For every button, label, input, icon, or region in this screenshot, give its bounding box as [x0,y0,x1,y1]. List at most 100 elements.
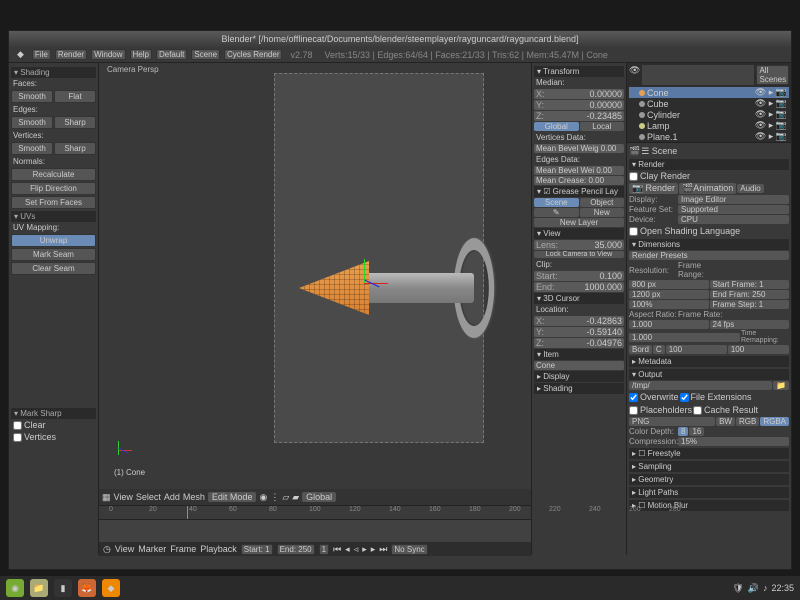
old-field[interactable]: 100 [666,345,727,354]
item-name-field[interactable]: Cone [534,361,624,370]
median-y-field[interactable]: Y:0.00000 [534,100,624,110]
menu-select[interactable]: Select [136,492,161,502]
outliner-view-icon[interactable]: 👁 [629,65,640,85]
outliner-filter[interactable]: All Scenes [756,65,789,85]
render-button[interactable]: 📷 Render [629,183,678,194]
gp-scene[interactable]: Scene [534,198,579,207]
edge-select-icon[interactable]: ▱ [282,492,289,503]
faces-flat[interactable]: Flat [54,90,96,103]
sampling-panel-header[interactable]: ▸ Sampling [629,461,789,472]
markseam-button[interactable]: Mark Seam [11,248,96,261]
resy-field[interactable]: 1200 px [629,290,709,299]
menu-render[interactable]: Render [55,49,87,60]
editor-type-icon[interactable]: ▦ [102,492,111,503]
framestep-field[interactable]: Frame Step: 1 [710,300,790,309]
endframe-field[interactable]: End Fram: 250 [710,290,790,299]
folder-icon[interactable]: 📁 [773,381,789,390]
clearseam-button[interactable]: Clear Seam [11,262,96,275]
marksharp-header[interactable]: ▾ Mark Sharp [11,408,96,419]
startframe-field[interactable]: Start Frame: 1 [710,280,790,289]
tl-editor-icon[interactable]: ◷ [103,544,111,555]
cursor-z-field[interactable]: Z:-0.04976 [534,338,624,348]
tl-menu-view[interactable]: View [115,544,134,554]
verts-smooth[interactable]: Smooth [11,142,53,155]
scene-icon[interactable]: 🎬 [629,146,640,157]
layout-select[interactable]: Default [156,49,187,60]
geometry-panel-header[interactable]: ▸ Geometry [629,474,789,485]
shading-header[interactable]: ▾ Shading [11,67,96,78]
timeline-cursor[interactable] [187,506,188,519]
tl-menu-marker[interactable]: Marker [138,544,166,554]
blender-task-icon[interactable]: ◆ [102,579,120,597]
rgb-button[interactable]: RGB [736,417,759,426]
files-icon[interactable]: 📁 [30,579,48,597]
gp-panel-header[interactable]: ▾ ☑ Grease Pencil Lay [534,186,624,197]
menu-mesh[interactable]: Mesh [183,492,205,502]
vert-select-icon[interactable]: ⋮ [270,492,279,503]
lens-field[interactable]: Lens:35.000 [534,240,624,250]
audio-button[interactable]: Audio [737,184,763,193]
outliner-item[interactable]: Cube👁 ▸ 📷 [629,98,789,109]
menu-help[interactable]: Help [130,49,152,60]
crop-check[interactable]: C [653,345,665,354]
3d-viewport[interactable]: Camera Persp (1) Cone [99,63,531,489]
tl-end[interactable]: End: 250 [277,544,315,555]
unwrap-button[interactable]: Unwrap [11,234,96,247]
edges-smooth[interactable]: Smooth [11,116,53,129]
rgba-button[interactable]: RGBA [760,417,789,426]
animation-button[interactable]: 🎬Animation [679,183,736,194]
ebevel-field[interactable]: Mean Bevel Wei 0.00 [534,166,624,175]
clock[interactable]: 22:35 [771,583,794,593]
gp-new[interactable]: New [580,208,625,217]
rewind-icon[interactable]: ⏮ [333,544,341,555]
lockcam-check[interactable]: Lock Camera to View [534,251,624,258]
edges-sharp[interactable]: Sharp [54,116,96,129]
face-select-icon[interactable]: ▰ [292,492,299,503]
menu-window[interactable]: Window [91,49,125,60]
format-select[interactable]: PNG [629,417,715,426]
next-icon[interactable]: ▸ [371,544,376,555]
cache-check[interactable]: Cache Result [693,404,758,416]
mode-select[interactable]: Edit Mode [208,492,257,502]
outliner-item[interactable]: Lamp👁 ▸ 📷 [629,120,789,131]
ary-field[interactable]: 1.000 [629,333,740,342]
blender-icon[interactable]: ◆ [13,48,28,61]
resx-field[interactable]: 800 px [629,280,709,289]
depth16-button[interactable]: 16 [689,427,704,436]
depth8-button[interactable]: 8 [678,427,688,436]
menu-add[interactable]: Add [164,492,180,502]
render-presets[interactable]: Render Presets [629,251,789,260]
engine-select[interactable]: Cycles Render [224,49,282,60]
verts-sharp[interactable]: Sharp [54,142,96,155]
item-panel-header[interactable]: ▾ Item [534,349,624,360]
tray-shield-icon[interactable]: 🛡 [732,583,743,594]
shading-icon[interactable]: ◉ [259,492,267,503]
median-z-field[interactable]: Z:-0.23485 [534,111,624,121]
firefox-icon[interactable]: 🦊 [78,579,96,597]
bevel-field[interactable]: Mean Bevel Weig 0.00 [534,144,624,153]
lightpaths-panel-header[interactable]: ▸ Light Paths [629,487,789,498]
clip-start-field[interactable]: Start:0.100 [534,271,624,281]
tl-start[interactable]: Start: 1 [241,544,273,555]
shading-panel-header[interactable]: ▸ Shading [534,383,624,394]
prev-icon[interactable]: ◂ [345,544,350,555]
placeholders-check[interactable]: Placeholders [629,404,692,416]
new-field[interactable]: 100 [728,345,789,354]
tl-menu-frame[interactable]: Frame [170,544,196,554]
cursor-panel-header[interactable]: ▾ 3D Cursor [534,293,624,304]
osl-check[interactable]: Open Shading Language [629,225,789,237]
setfrom-button[interactable]: Set From Faces [11,196,96,209]
space-global[interactable]: Global [534,122,579,131]
feature-select[interactable]: Supported [678,205,789,214]
gp-object[interactable]: Object [580,198,625,207]
window-titlebar[interactable]: Blender* [/home/offlinecat/Documents/ble… [9,31,791,47]
freestyle-panel-header[interactable]: ▸ ☐ Freestyle [629,448,789,459]
output-panel-header[interactable]: ▾ Output [629,369,789,380]
display-select[interactable]: Image Editor [678,195,789,204]
orientation-select[interactable]: Global [302,492,336,502]
gp-pen-icon[interactable]: ✎ [534,208,579,217]
bw-button[interactable]: BW [716,417,735,426]
play-icon[interactable]: ▸ [362,544,367,555]
scene-select[interactable]: Scene [191,49,220,60]
arx-field[interactable]: 1.000 [629,320,709,329]
